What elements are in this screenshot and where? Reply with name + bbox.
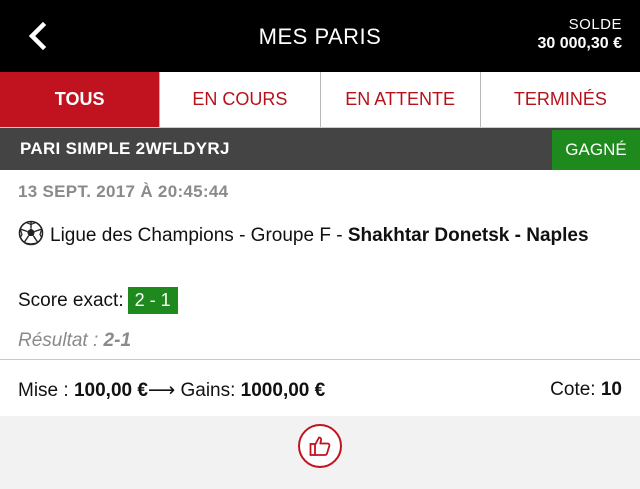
app-header: MES PARIS SOLDE 30 000,30 € bbox=[0, 0, 640, 72]
competition-name: Ligue des Champions - Groupe F - bbox=[50, 225, 348, 246]
status-badge: GAGNÉ bbox=[552, 130, 640, 170]
bet-date: 13 SEPT. 2017 À 20:45:44 bbox=[18, 182, 229, 201]
bet-summary: Mise : 100,00 €⟶ Gains: 1000,00 € Cote: … bbox=[0, 360, 640, 416]
odds-value: 10 bbox=[600, 379, 622, 400]
balance: SOLDE 30 000,30 € bbox=[537, 16, 622, 53]
stake-gains-line: Mise : 100,00 €⟶ Gains: 1000,00 € bbox=[18, 379, 325, 402]
gains-label: Gains: bbox=[180, 380, 236, 401]
thumbs-up-icon bbox=[309, 436, 331, 456]
match-info: Ligue des Champions - Groupe F - Shakhta… bbox=[18, 220, 618, 251]
like-button[interactable] bbox=[298, 424, 342, 468]
balance-value: 30 000,30 € bbox=[537, 35, 622, 52]
tab-in-progress[interactable]: EN COURS bbox=[160, 72, 321, 127]
result-label: Résultat : bbox=[18, 330, 99, 351]
bet-card: 13 SEPT. 2017 À 20:45:44 Ligue des Champ… bbox=[0, 170, 640, 360]
tab-pending[interactable]: EN ATTENTE bbox=[321, 72, 481, 127]
balance-label: SOLDE bbox=[568, 16, 622, 33]
bet-header: PARI SIMPLE 2WFLDYRJ GAGNÉ bbox=[0, 128, 640, 170]
result-value: 2-1 bbox=[103, 330, 132, 351]
arrow-icon: ⟶ bbox=[147, 380, 176, 401]
bet-title: PARI SIMPLE 2WFLDYRJ bbox=[20, 139, 230, 158]
soccer-ball-icon bbox=[18, 220, 44, 246]
gains-value: 1000,00 € bbox=[240, 380, 326, 401]
odds-label: Cote: bbox=[550, 379, 596, 400]
stake-value: 100,00 € bbox=[73, 380, 148, 401]
teams: Shakhtar Donetsk - Naples bbox=[347, 225, 589, 246]
tab-finished[interactable]: TERMINÉS bbox=[481, 72, 640, 127]
tab-all[interactable]: TOUS bbox=[0, 72, 161, 127]
bet-pick-badge: 2 - 1 bbox=[127, 287, 178, 314]
bet-type-label: Score exact: bbox=[18, 289, 124, 311]
bet-selection: Score exact: 2 - 1 bbox=[18, 287, 178, 314]
odds: Cote: 10 bbox=[550, 379, 622, 401]
tab-bar: TOUS EN COURS EN ATTENTE TERMINÉS bbox=[0, 72, 640, 128]
footer bbox=[0, 416, 640, 489]
stake-label: Mise : bbox=[18, 380, 69, 401]
match-result: Résultat : 2-1 bbox=[18, 330, 131, 352]
